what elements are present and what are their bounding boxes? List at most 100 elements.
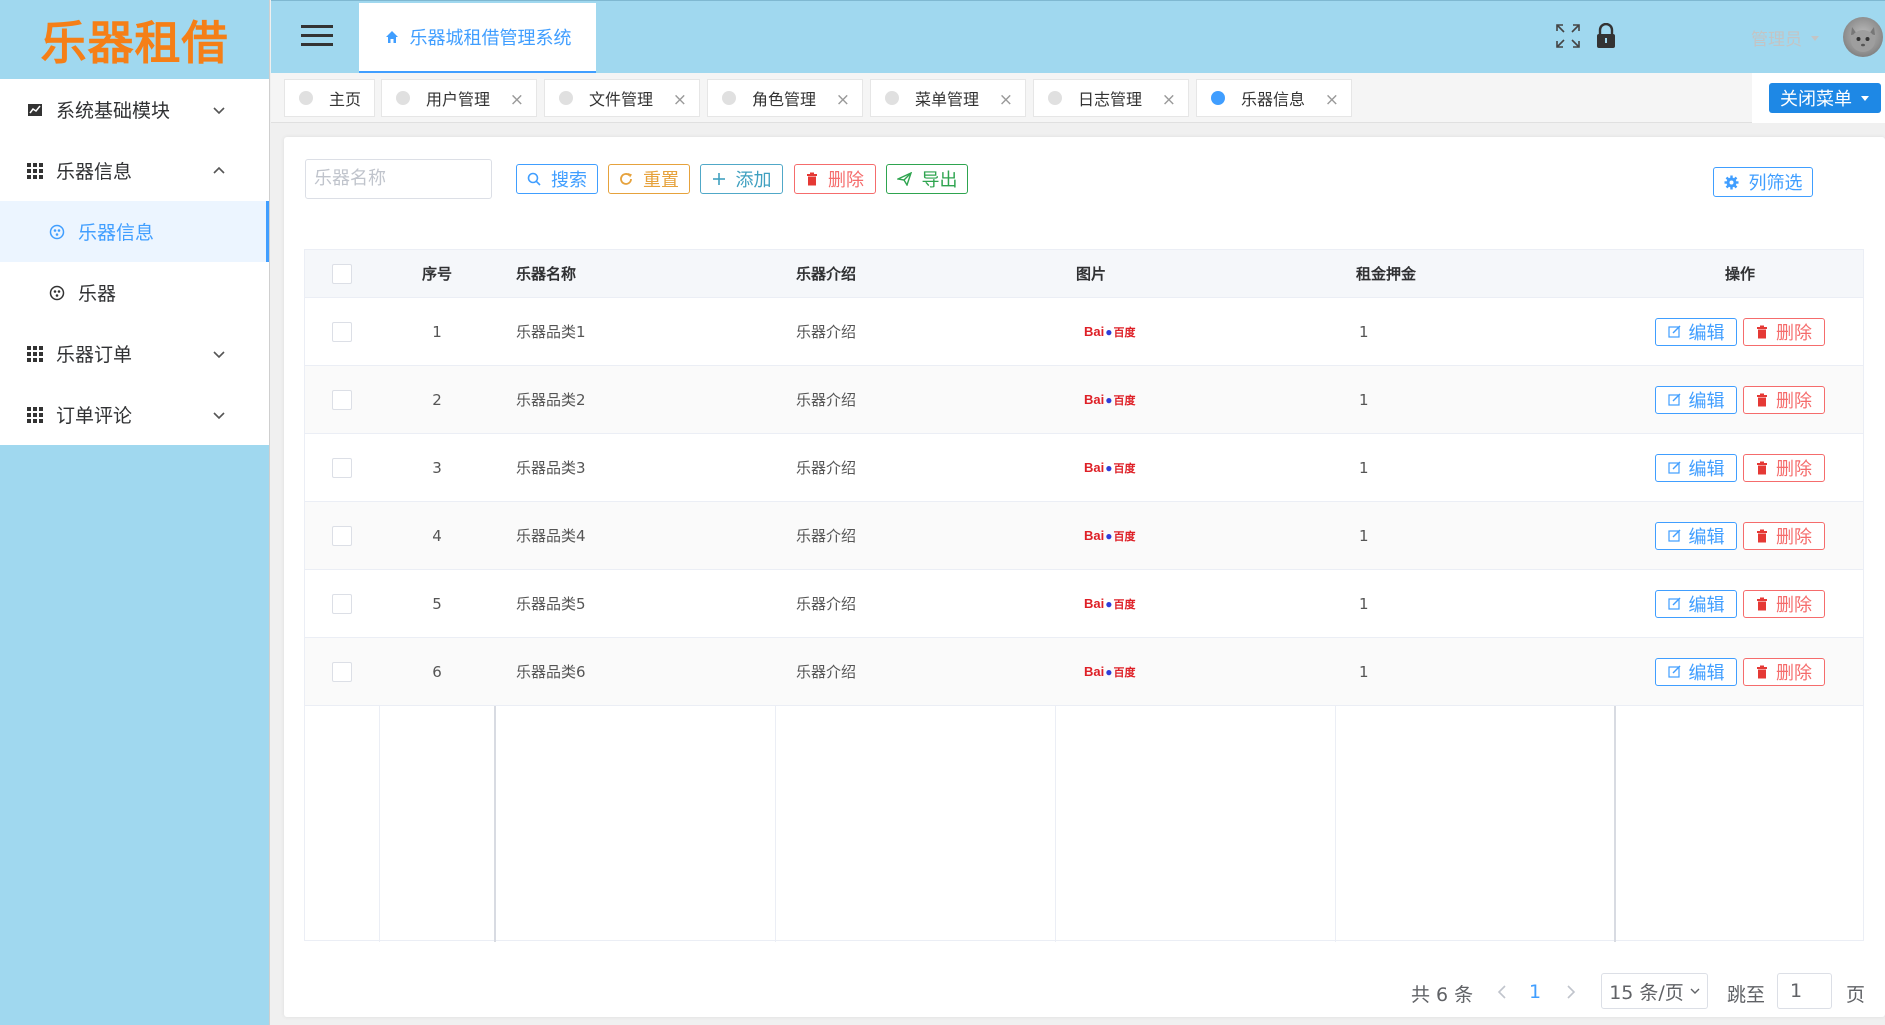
table-row: 5 乐器品类5 乐器介绍 Bai ● 百度 1 编辑 删除 xyxy=(305,570,1863,638)
sidebar-item-label: 系统基础模块 xyxy=(56,100,171,122)
row-checkbox[interactable] xyxy=(332,525,352,546)
row-select-cell[interactable] xyxy=(305,502,379,569)
export-button[interactable]: 导出 xyxy=(886,164,968,194)
admin-dropdown[interactable]: 管理员 xyxy=(1751,25,1820,50)
jump-page-input[interactable]: 1 xyxy=(1777,973,1832,1009)
edit-button[interactable]: 编辑 xyxy=(1655,317,1737,346)
close-icon[interactable]: × xyxy=(673,90,687,110)
baidu-logo-image: Bai ● 百度 xyxy=(1084,324,1135,340)
tag-home[interactable]: 主页 xyxy=(284,79,375,117)
circle-icon xyxy=(48,284,66,302)
prev-page-icon[interactable] xyxy=(1497,982,1507,1004)
tag-dot-icon xyxy=(722,91,736,105)
row-select-cell[interactable] xyxy=(305,434,379,501)
table-body: 1 乐器品类1 乐器介绍 Bai ● 百度 1 编辑 删除 2 乐器品类2 乐器介绍 Bai ● 百度 1 编辑… xyxy=(305,298,1863,706)
tag-user-management[interactable]: 用户管理 × xyxy=(381,79,537,117)
close-icon[interactable]: × xyxy=(999,90,1013,110)
instrument-name-search-input[interactable]: 乐器名称 xyxy=(305,159,492,199)
delete-button[interactable]: 删除 xyxy=(1743,453,1825,482)
sidebar-item-instrument[interactable]: 乐器 xyxy=(0,262,269,323)
row-checkbox[interactable] xyxy=(332,457,352,478)
system-title-tab[interactable]: 乐器城租借管理系统 xyxy=(359,3,596,74)
lock-icon[interactable] xyxy=(1595,22,1617,53)
sidebar-item-instrument-info-sub[interactable]: 乐器信息 xyxy=(0,201,269,262)
avatar[interactable] xyxy=(1843,17,1883,57)
add-button[interactable]: 添加 xyxy=(700,164,783,194)
batch-delete-button[interactable]: 删除 xyxy=(794,164,876,194)
page-number[interactable]: 1 xyxy=(1529,981,1541,1003)
row-name: 乐器品类2 xyxy=(516,391,586,409)
chevron-up-icon xyxy=(213,166,225,174)
edit-button[interactable]: 编辑 xyxy=(1655,657,1737,686)
row-name: 乐器品类1 xyxy=(516,323,586,341)
close-menu-button[interactable]: 关闭菜单 xyxy=(1769,83,1881,113)
header-rent: 租金押金 xyxy=(1356,265,1417,283)
edit-button[interactable]: 编辑 xyxy=(1655,521,1737,550)
tag-file-management[interactable]: 文件管理 × xyxy=(544,79,700,117)
tag-role-management[interactable]: 角色管理 × xyxy=(707,79,863,117)
edit-button[interactable]: 编辑 xyxy=(1655,385,1737,414)
select-all-checkbox[interactable] xyxy=(332,263,352,284)
sidebar-item-instrument-orders[interactable]: 乐器订单 xyxy=(0,323,269,384)
search-button[interactable]: 搜索 xyxy=(516,164,598,194)
close-icon[interactable]: × xyxy=(836,90,850,110)
tag-log-management[interactable]: 日志管理 × xyxy=(1033,79,1189,117)
edit-button[interactable]: 编辑 xyxy=(1655,453,1737,482)
baidu-logo-image: Bai ● 百度 xyxy=(1084,664,1135,680)
edit-icon xyxy=(1667,597,1680,610)
row-select-cell[interactable] xyxy=(305,298,379,365)
row-select-cell[interactable] xyxy=(305,570,379,637)
delete-label: 删除 xyxy=(1776,458,1812,480)
tag-label: 文件管理 xyxy=(589,90,654,109)
column-filter-button[interactable]: 列筛选 xyxy=(1713,167,1813,197)
table-row: 6 乐器品类6 乐器介绍 Bai ● 百度 1 编辑 删除 xyxy=(305,638,1863,706)
row-image: Bai ● 百度 xyxy=(1055,298,1335,365)
close-icon[interactable]: × xyxy=(1325,90,1339,110)
header-select-all[interactable] xyxy=(305,250,379,297)
delete-button[interactable]: 删除 xyxy=(1743,589,1825,618)
fullscreen-icon[interactable] xyxy=(1555,23,1581,53)
logo-text-part2: 百度 xyxy=(1113,326,1136,339)
hamburger-menu-icon[interactable] xyxy=(301,25,333,47)
search-label: 搜索 xyxy=(551,170,587,191)
sidebar-item-label: 乐器信息 xyxy=(56,161,133,183)
sidebar-item-system-base[interactable]: 系统基础模块 xyxy=(0,79,269,140)
tag-dot-icon xyxy=(559,91,573,105)
delete-button[interactable]: 删除 xyxy=(1743,657,1825,686)
row-checkbox[interactable] xyxy=(332,593,352,614)
row-checkbox[interactable] xyxy=(332,661,352,682)
sidebar-item-order-comments[interactable]: 订单评论 xyxy=(0,384,269,445)
delete-button[interactable]: 删除 xyxy=(1743,521,1825,550)
row-select-cell[interactable] xyxy=(305,638,379,705)
row-ops: 编辑 删除 xyxy=(1615,298,1865,365)
row-checkbox[interactable] xyxy=(332,389,352,410)
delete-label: 删除 xyxy=(1776,390,1812,412)
tag-instrument-info[interactable]: 乐器信息 × xyxy=(1196,79,1352,117)
row-checkbox[interactable] xyxy=(332,321,352,342)
delete-button[interactable]: 删除 xyxy=(1743,385,1825,414)
close-icon[interactable]: × xyxy=(1162,90,1176,110)
header-tools xyxy=(1555,22,1617,53)
edit-icon xyxy=(1667,665,1680,678)
sidebar-item-instrument-info[interactable]: 乐器信息 xyxy=(0,140,269,201)
page-size-select[interactable]: 15 条/页 xyxy=(1601,973,1708,1009)
delete-button[interactable]: 删除 xyxy=(1743,317,1825,346)
export-label: 导出 xyxy=(921,170,958,191)
tag-menu-management[interactable]: 菜单管理 × xyxy=(870,79,1026,117)
tag-label: 主页 xyxy=(329,90,362,109)
edit-button[interactable]: 编辑 xyxy=(1655,589,1737,618)
row-image: Bai ● 百度 xyxy=(1055,502,1335,569)
search-icon xyxy=(527,172,541,186)
edit-icon xyxy=(1667,393,1680,406)
row-ops: 编辑 删除 xyxy=(1615,570,1865,637)
close-icon[interactable]: × xyxy=(510,90,524,110)
logo-text-part1: Bai xyxy=(1084,392,1105,407)
next-page-icon[interactable] xyxy=(1566,982,1576,1004)
baidu-logo-image: Bai ● 百度 xyxy=(1084,528,1135,544)
reset-button[interactable]: 重置 xyxy=(608,164,690,194)
tag-dot-icon xyxy=(396,91,410,105)
chevron-down-icon xyxy=(213,350,225,358)
add-label: 添加 xyxy=(735,170,772,191)
logo-text-part1: Bai xyxy=(1084,596,1105,611)
row-select-cell[interactable] xyxy=(305,366,379,433)
